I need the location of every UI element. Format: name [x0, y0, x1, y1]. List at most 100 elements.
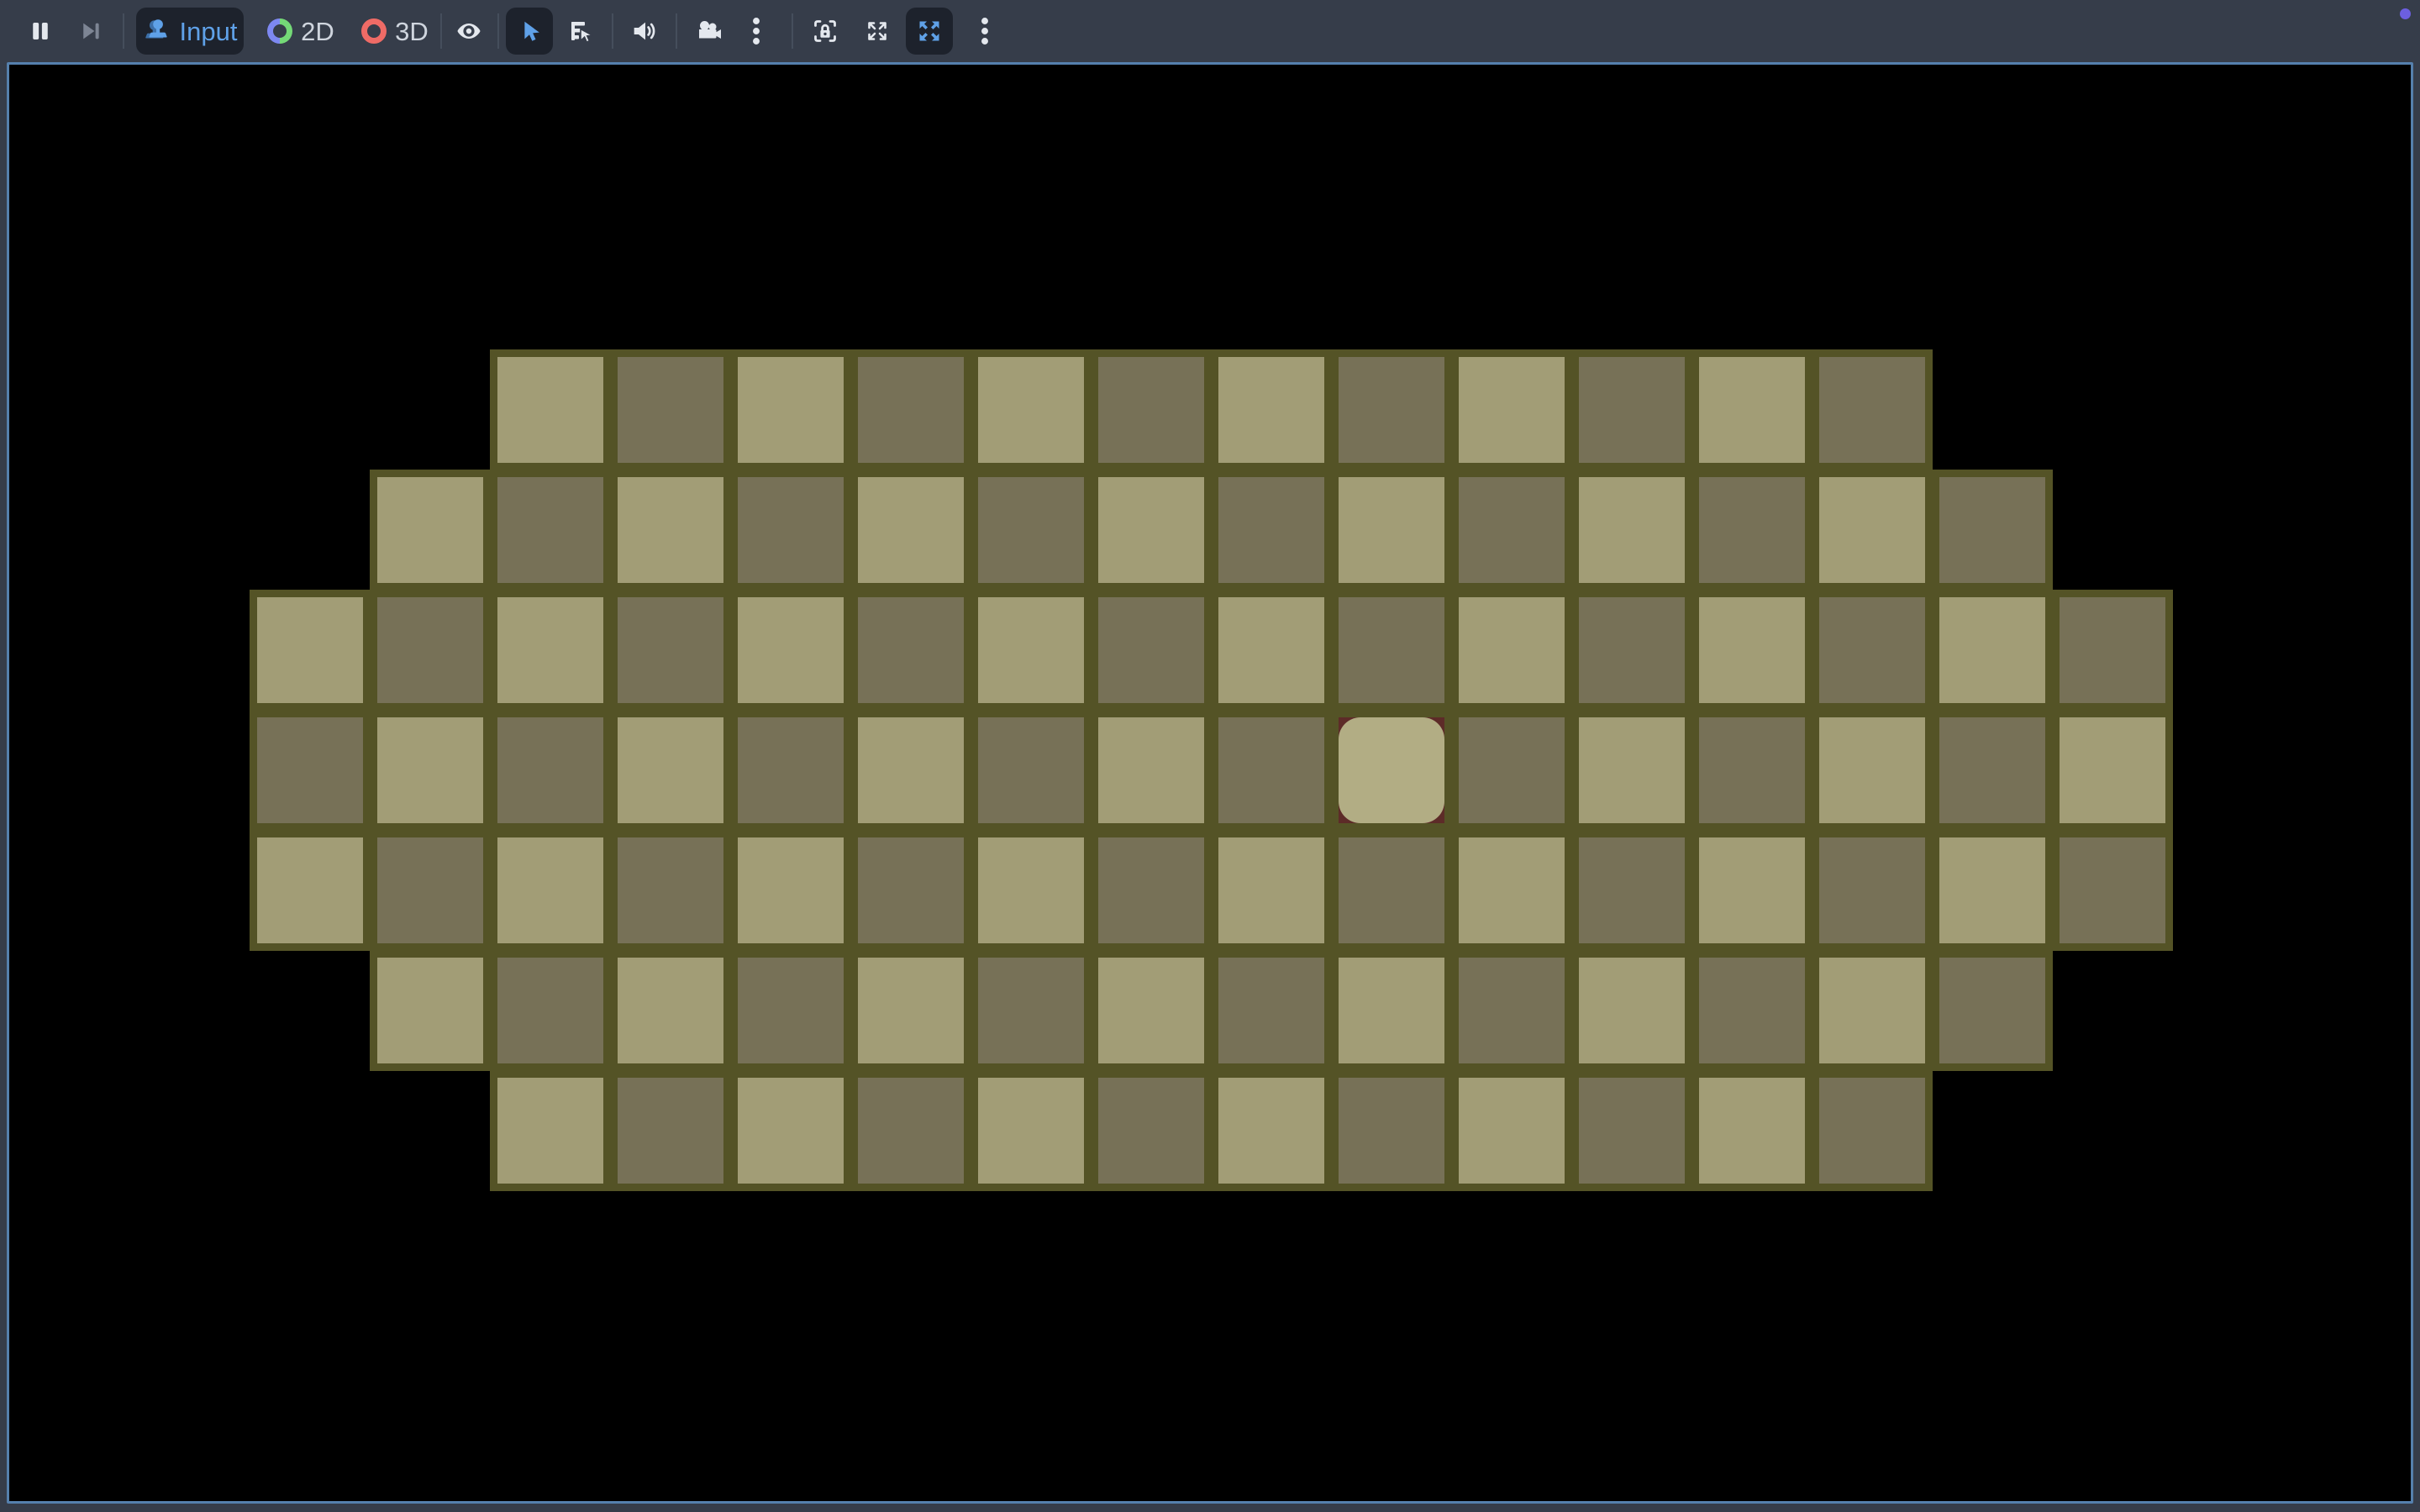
grid-tile[interactable] — [1098, 958, 1204, 1063]
grid-tile[interactable] — [1098, 357, 1204, 463]
grid-tile[interactable] — [1218, 717, 1324, 823]
select-mode-button[interactable] — [506, 8, 553, 55]
grid-tile[interactable] — [978, 717, 1084, 823]
grid-tile[interactable] — [1819, 477, 1925, 583]
camera-override-button[interactable] — [687, 8, 731, 55]
grid-tile[interactable] — [1098, 837, 1204, 943]
game-viewport[interactable] — [7, 62, 2413, 1504]
grid-tile[interactable] — [1098, 477, 1204, 583]
grid-tile[interactable] — [738, 357, 844, 463]
grid-tile[interactable] — [497, 357, 603, 463]
grid-tile[interactable] — [1098, 597, 1204, 703]
grid-tile[interactable] — [1699, 597, 1805, 703]
grid-tile[interactable] — [1579, 717, 1685, 823]
embed-lock-button[interactable] — [803, 8, 847, 55]
grid-tile[interactable] — [858, 958, 964, 1063]
embed-options-menu[interactable] — [970, 8, 1000, 55]
grid-tile[interactable] — [978, 597, 1084, 703]
grid-tile[interactable] — [1819, 1078, 1925, 1184]
input-mode-button[interactable]: Input — [136, 8, 244, 55]
grid-tile[interactable] — [738, 597, 844, 703]
grid-tile[interactable] — [1339, 357, 1444, 463]
mute-audio-button[interactable] — [622, 8, 666, 55]
grid-tile[interactable] — [1218, 837, 1324, 943]
next-frame-button[interactable] — [71, 8, 111, 55]
grid-tile[interactable] — [618, 837, 723, 943]
mode-2d-button[interactable]: 2D — [260, 8, 341, 55]
grid-tile[interactable] — [1699, 1078, 1805, 1184]
grid-tile[interactable] — [1459, 357, 1565, 463]
grid-tile[interactable] — [618, 958, 723, 1063]
grid-tile[interactable] — [1459, 717, 1565, 823]
grid-tile[interactable] — [497, 958, 603, 1063]
grid-tile[interactable] — [2060, 597, 2165, 703]
grid-tile[interactable] — [377, 837, 483, 943]
grid-tile[interactable] — [1819, 717, 1925, 823]
grid-tile[interactable] — [1339, 1078, 1444, 1184]
grid-tile[interactable] — [978, 357, 1084, 463]
grid-tile[interactable] — [1459, 477, 1565, 583]
grid-tile[interactable] — [1819, 357, 1925, 463]
grid-tile[interactable] — [1579, 837, 1685, 943]
grid-tile[interactable] — [1218, 1078, 1324, 1184]
grid-tile[interactable] — [1339, 477, 1444, 583]
grid-tile[interactable] — [1579, 958, 1685, 1063]
grid-tile[interactable] — [738, 837, 844, 943]
grid-tile[interactable] — [858, 837, 964, 943]
grid-tile[interactable] — [618, 357, 723, 463]
grid-tile[interactable] — [497, 837, 603, 943]
grid-tile[interactable] — [1939, 717, 2045, 823]
grid-tile[interactable] — [1339, 958, 1444, 1063]
grid-tile[interactable] — [738, 1078, 844, 1184]
grid-tile[interactable] — [1098, 717, 1204, 823]
grid-tile[interactable] — [618, 597, 723, 703]
grid-tile[interactable] — [1699, 357, 1805, 463]
grid-tile[interactable] — [1218, 958, 1324, 1063]
grid-tile[interactable] — [1579, 1078, 1685, 1184]
grid-tile[interactable] — [1218, 477, 1324, 583]
selected-tile[interactable] — [1339, 717, 1444, 823]
grid-tile[interactable] — [1579, 357, 1685, 463]
grid-tile[interactable] — [1459, 1078, 1565, 1184]
pause-button[interactable] — [20, 8, 60, 55]
grid-tile[interactable] — [2060, 717, 2165, 823]
select-list-button[interactable] — [558, 8, 602, 55]
grid-tile[interactable] — [738, 477, 844, 583]
grid-tile[interactable] — [1218, 357, 1324, 463]
grid-tile[interactable] — [377, 717, 483, 823]
mode-3d-button[interactable]: 3D — [355, 8, 435, 55]
grid-tile[interactable] — [1939, 477, 2045, 583]
grid-tile[interactable] — [978, 1078, 1084, 1184]
grid-tile[interactable] — [978, 837, 1084, 943]
grid-tile[interactable] — [497, 717, 603, 823]
grid-tile[interactable] — [257, 837, 363, 943]
shrink-embed-button[interactable] — [857, 8, 897, 55]
grid-tile[interactable] — [858, 717, 964, 823]
grid-tile[interactable] — [618, 1078, 723, 1184]
grid-tile[interactable] — [1699, 717, 1805, 823]
fullscreen-embed-button[interactable] — [906, 8, 953, 55]
grid-tile[interactable] — [1699, 477, 1805, 583]
grid-tile[interactable] — [497, 1078, 603, 1184]
grid-tile[interactable] — [1579, 597, 1685, 703]
grid-tile[interactable] — [618, 717, 723, 823]
grid-tile[interactable] — [978, 477, 1084, 583]
grid-tile[interactable] — [1459, 597, 1565, 703]
grid-tile[interactable] — [1939, 597, 2045, 703]
grid-tile[interactable] — [1699, 958, 1805, 1063]
grid-tile[interactable] — [257, 717, 363, 823]
grid-tile[interactable] — [1819, 958, 1925, 1063]
grid-tile[interactable] — [738, 717, 844, 823]
grid-tile[interactable] — [1459, 958, 1565, 1063]
grid-tile[interactable] — [738, 958, 844, 1063]
grid-tile[interactable] — [858, 477, 964, 583]
grid-tile[interactable] — [978, 958, 1084, 1063]
grid-tile[interactable] — [497, 597, 603, 703]
camera-options-menu[interactable] — [741, 8, 771, 55]
grid-tile[interactable] — [858, 597, 964, 703]
grid-tile[interactable] — [257, 597, 363, 703]
grid-tile[interactable] — [858, 357, 964, 463]
grid-tile[interactable] — [1459, 837, 1565, 943]
grid-tile[interactable] — [1098, 1078, 1204, 1184]
grid-tile[interactable] — [377, 477, 483, 583]
